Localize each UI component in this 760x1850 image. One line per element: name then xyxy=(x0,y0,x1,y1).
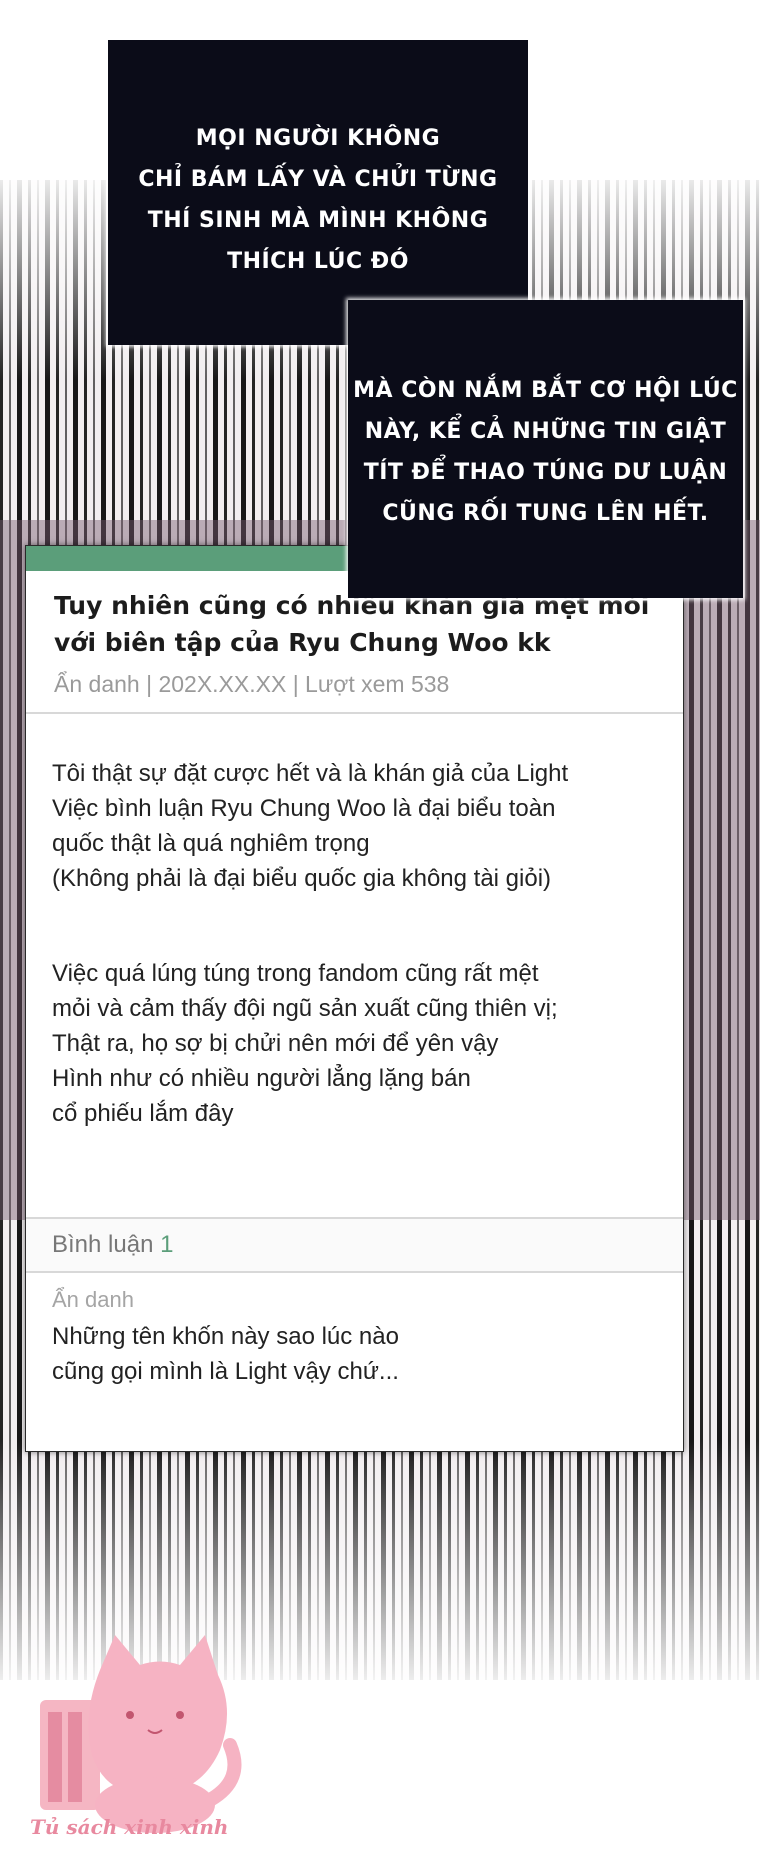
caption-line: THÍ SINH MÀ MÌNH KHÔNG xyxy=(147,208,489,233)
post-line: Việc quá lúng túng trong fandom cũng rất… xyxy=(52,960,539,987)
caption-line: THÍCH LÚC ĐÓ xyxy=(227,249,409,274)
post-line: mỏi và cảm thấy đội ngũ sản xuất cũng th… xyxy=(52,995,558,1022)
comments-label: Bình luận xyxy=(52,1231,154,1258)
caption-line: NÀY, KỂ CẢ NHỮNG TIN GIẬT xyxy=(364,419,727,444)
post-line: cổ phiếu lắm đây xyxy=(52,1100,234,1127)
caption-line: CHỈ BÁM LẤY VÀ CHỬI TỪNG xyxy=(138,167,498,192)
post-line: Tôi thật sự đặt cược hết và là khán giả … xyxy=(52,760,569,787)
comment-line: Những tên khốn này sao lúc nào xyxy=(52,1323,399,1350)
post-line: Việc bình luận Ryu Chung Woo là đại biểu… xyxy=(52,795,556,822)
pink-cat-books-logo-icon xyxy=(40,1635,242,1833)
post-body: Tôi thật sự đặt cược hết và là khán giả … xyxy=(26,714,683,1219)
post-line: Thật ra, họ sợ bị chửi nên mới để yên vậ… xyxy=(52,1030,499,1057)
comment-author: Ẩn danh xyxy=(52,1287,134,1312)
post-line: quốc thật là quá nghiêm trọng xyxy=(52,830,370,857)
post-paragraph-2: Việc quá lúng túng trong fandom cũng rất… xyxy=(52,956,655,1131)
watermark-label: Tủ sách xinh xinh xyxy=(30,1815,229,1839)
post-line: Hình như có nhiều người lẳng lặng bán xyxy=(52,1065,471,1092)
comments-count: 1 xyxy=(160,1231,174,1258)
caption-line: MÀ CÒN NẮM BẮT CƠ HỘI LÚC xyxy=(353,378,738,403)
post-line: (Không phải là đại biểu quốc gia không t… xyxy=(52,865,552,892)
post-meta: Ẩn danh | 202X.XX.XX | Lượt xem 538 xyxy=(54,671,450,697)
post-title[interactable]: Tuy nhiên cũng có nhiều khán giả mệt mỏi… xyxy=(54,587,655,661)
comments-header[interactable]: Bình luận 1 xyxy=(26,1219,683,1273)
post-paragraph-1: Tôi thật sự đặt cược hết và là khán giả … xyxy=(52,756,655,896)
caption-line: TÍT ĐỂ THAO TÚNG DƯ LUẬN xyxy=(363,460,728,485)
comment-line: cũng gọi mình là Light vậy chứ... xyxy=(52,1358,399,1385)
comment-item: Ẩn danh Những tên khốn này sao lúc nào c… xyxy=(26,1273,683,1403)
caption-line: CŨNG RỐI TUNG LÊN HẾT. xyxy=(382,501,709,526)
caption-line: MỌI NGƯỜI KHÔNG xyxy=(195,126,441,151)
comment-text: Những tên khốn này sao lúc nào cũng gọi … xyxy=(52,1319,657,1389)
narration-box-2: MÀ CÒN NẮM BẮT CƠ HỘI LÚC NÀY, KỂ CẢ NHỮ… xyxy=(348,300,743,598)
forum-post-card: Tuy nhiên cũng có nhiều khán giả mệt mỏi… xyxy=(25,545,684,1452)
